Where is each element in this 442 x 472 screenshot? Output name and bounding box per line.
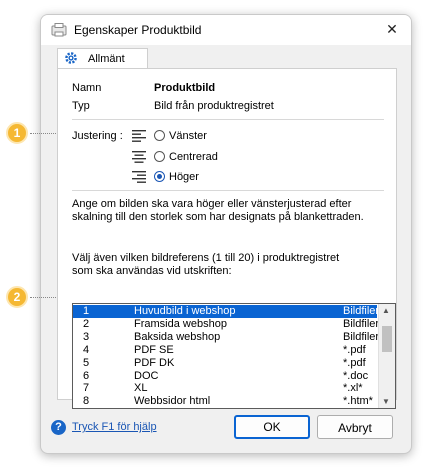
ok-button[interactable]: OK <box>234 415 310 439</box>
type-label: Typ <box>72 100 90 112</box>
list-cell-type: *.htm* <box>343 395 373 408</box>
list-cell-type: *.pdf <box>343 343 366 356</box>
list-cell-type: Bildfiler <box>343 305 380 317</box>
list-cell-type: Bildfiler <box>343 317 380 330</box>
list-item[interactable]: 7 XL *.xl* <box>73 382 377 395</box>
callout-leader <box>30 297 56 298</box>
list-cell-name: Huvudbild i webshop <box>134 305 236 317</box>
properties-dialog: Egenskaper Produktbild ✕ Allmänt Namn Pr… <box>40 14 412 454</box>
list-cell-num: 2 <box>83 317 90 330</box>
list-cell-name: Webbsidor html <box>134 395 211 408</box>
align-left-icon <box>132 130 146 142</box>
list-item[interactable]: 4 PDF SE *.pdf <box>73 344 377 357</box>
list-item[interactable]: 6 DOC *.doc <box>73 370 377 383</box>
list-item[interactable]: 5 PDF DK *.pdf <box>73 357 377 370</box>
list-cell-num: 7 <box>83 382 90 395</box>
title-bar[interactable]: Egenskaper Produktbild ✕ <box>41 15 411 45</box>
list-cell-type: Bildfiler <box>343 330 380 343</box>
list-cell-num: 1 <box>83 305 90 317</box>
list-cell-num: 8 <box>83 395 90 408</box>
align-center-icon <box>132 151 146 163</box>
list-cell-num: 5 <box>83 356 90 369</box>
list-cell-name: PDF SE <box>134 343 174 356</box>
callout-leader <box>30 133 56 134</box>
list-cell-type: *.pdf <box>343 356 366 369</box>
list-cell-type: *.xl* <box>343 382 363 395</box>
radio-right-label: Höger <box>169 171 199 183</box>
callout-marker-2: 2 <box>6 286 28 308</box>
description-line: Välj även vilken bildreferens (1 till 20… <box>72 252 340 264</box>
list-cell-num: 4 <box>83 343 90 356</box>
list-cell-name: Baksida webshop <box>134 330 221 343</box>
list-cell-name: XL <box>134 382 148 395</box>
list-item[interactable]: 3 Baksida webshop Bildfiler <box>73 330 380 344</box>
alignment-label: Justering : <box>72 130 123 142</box>
list-cell-num: 6 <box>83 369 90 382</box>
align-right-icon <box>132 171 146 183</box>
close-icon[interactable]: ✕ <box>385 22 399 36</box>
image-reference-list[interactable]: 1 Huvudbild i webshop Bildfiler 2 Framsida w… <box>72 303 396 409</box>
radio-left[interactable] <box>154 130 165 141</box>
scroll-thumb[interactable] <box>382 326 392 352</box>
type-value: Bild från produktregistret <box>154 100 274 112</box>
help-link[interactable]: Tryck F1 för hjälp <box>72 421 157 433</box>
scroll-up-icon[interactable]: ▲ <box>382 306 390 315</box>
radio-center-label: Centrerad <box>169 151 218 163</box>
list-cell-name: PDF DK <box>134 356 175 369</box>
scrollbar[interactable]: ▲ ▼ <box>378 304 395 408</box>
gear-icon <box>65 52 77 64</box>
list-cell-name: Framsida webshop <box>134 317 227 330</box>
list-cell-type: *.doc <box>343 369 369 382</box>
scroll-down-icon[interactable]: ▼ <box>382 397 390 406</box>
help-icon[interactable]: ? <box>51 420 66 435</box>
general-panel: Namn Produktbild Typ Bild från produktre… <box>57 68 397 409</box>
separator <box>72 119 384 120</box>
name-label: Namn <box>72 82 102 94</box>
description-line: Ange om bilden ska vara höger eller väns… <box>72 198 352 210</box>
cancel-button[interactable]: Avbryt <box>317 415 393 439</box>
list-cell-name: DOC <box>134 369 159 382</box>
radio-left-label: Vänster <box>169 130 207 142</box>
window-title: Egenskaper Produktbild <box>74 23 202 37</box>
separator <box>72 190 384 191</box>
callout-marker-1: 1 <box>6 122 28 144</box>
list-cell-num: 3 <box>83 330 90 343</box>
radio-right[interactable] <box>154 171 165 182</box>
app-icon <box>51 23 67 37</box>
tab-general[interactable]: Allmänt <box>57 48 148 69</box>
radio-center[interactable] <box>154 151 165 162</box>
name-value: Produktbild <box>154 82 216 94</box>
list-item[interactable]: 1 Huvudbild i webshop Bildfiler <box>73 305 380 318</box>
list-item[interactable]: 2 Framsida webshop Bildfiler <box>73 317 380 331</box>
list-item[interactable]: 8 Webbsidor html *.htm* <box>73 395 377 408</box>
description-line: skalning till den storlek som har design… <box>72 211 364 223</box>
tab-label: Allmänt <box>88 53 125 65</box>
description-line: som ska användas vid utskriften: <box>72 265 232 277</box>
